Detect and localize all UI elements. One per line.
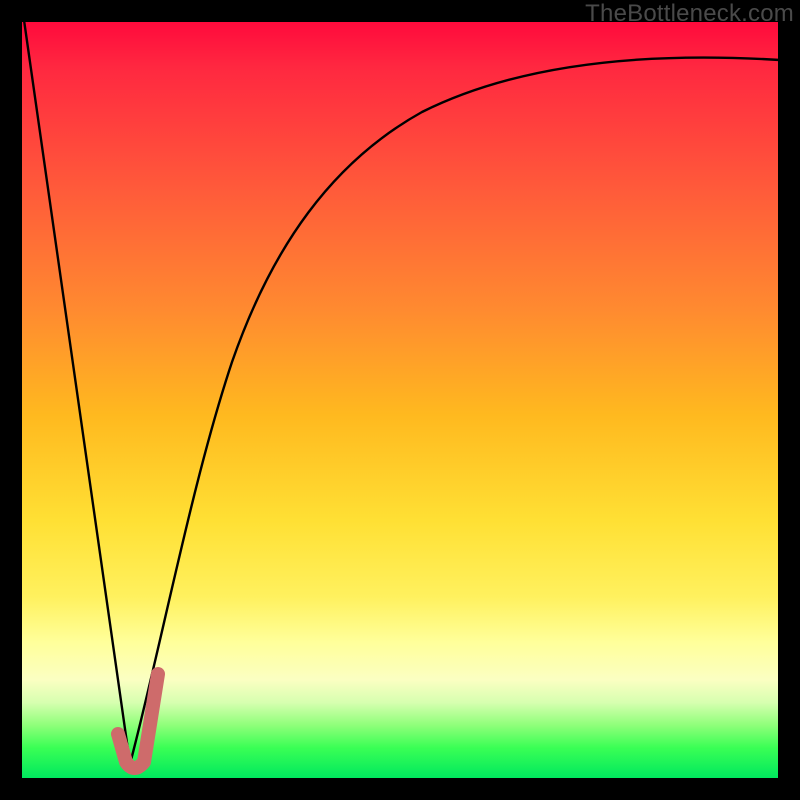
line-right-curve [130,58,780,764]
plot-area [22,22,778,778]
watermark-text: TheBottleneck.com [585,0,794,28]
chart-frame: TheBottleneck.com [0,0,800,800]
line-left-slope [24,20,130,764]
chart-svg [22,22,778,778]
